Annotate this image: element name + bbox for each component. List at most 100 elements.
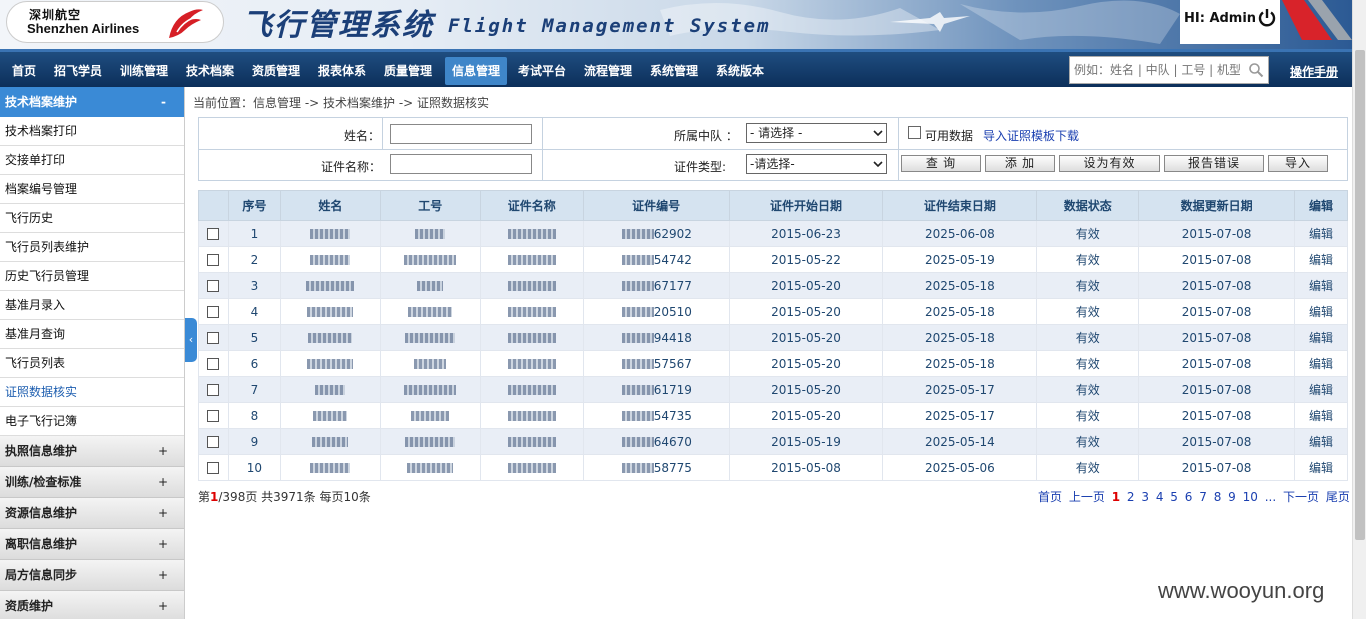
sidebar-group[interactable]: 资源信息维护 + [0,498,184,529]
squadron-select[interactable]: - 请选择 - [746,123,887,143]
nav-item[interactable]: 考试平台 [513,57,571,85]
row-checkbox[interactable] [207,358,220,370]
page-link[interactable]: 3 [1141,490,1149,504]
column-header[interactable]: 数据状态 [1036,190,1140,221]
column-header[interactable]: 数据更新日期 [1138,190,1295,221]
nav-item[interactable]: 报表体系 [313,57,371,85]
row-checkbox[interactable] [207,436,220,448]
nav-item[interactable]: 系统版本 [711,57,769,85]
edit-link[interactable]: 编辑 [1293,220,1349,247]
page-link[interactable]: 6 [1185,490,1193,504]
cert-name-input[interactable] [390,154,532,174]
column-header[interactable]: 工号 [379,190,481,221]
nav-item-active[interactable]: 信息管理 [445,57,507,85]
page-link[interactable]: 7 [1199,490,1207,504]
page-link[interactable]: 9 [1228,490,1236,504]
sidebar-item[interactable]: 交接单打印 [0,146,184,175]
sidebar-group[interactable]: 资质维护 + [0,591,184,619]
edit-link[interactable]: 编辑 [1293,454,1349,481]
sidebar-item[interactable]: 电子飞行记簿 [0,407,184,436]
row-checkbox[interactable] [207,410,220,422]
row-checkbox[interactable] [207,462,220,474]
row-checkbox[interactable] [207,332,220,344]
table-row[interactable]: 10 58775 2015-05-08 2025-05-06 有效 2015-07-08 编… [198,454,1349,481]
sidebar-item[interactable]: 档案编号管理 [0,175,184,204]
name-input[interactable] [390,124,532,144]
search-icon[interactable] [1248,62,1264,78]
next-page-link[interactable]: 下一页 [1283,490,1319,504]
sidebar-item-active[interactable]: 证照数据核实 [0,378,184,407]
page-link[interactable]: 4 [1156,490,1164,504]
first-page-link[interactable]: 首页 [1038,490,1062,504]
column-header[interactable]: 姓名 [279,190,381,221]
column-header[interactable]: 证件编号 [582,190,730,221]
sidebar-item[interactable]: 历史飞行员管理 [0,262,184,291]
table-row[interactable]: 6 57567 2015-05-20 2025-05-18 有效 2015-07-08 编辑 [198,350,1349,377]
page-link[interactable]: 2 [1127,490,1135,504]
sidebar-item[interactable]: 飞行历史 [0,204,184,233]
nav-item[interactable]: 招飞学员 [49,57,107,85]
table-row[interactable]: 3 67177 2015-05-20 2025-05-18 有效 2015-07-08 编辑 [198,272,1349,299]
edit-link[interactable]: 编辑 [1293,246,1349,273]
table-row[interactable]: 4 20510 2015-05-20 2025-05-18 有效 2015-07-08 编辑 [198,298,1349,325]
nav-item[interactable]: 首页 [5,57,43,85]
vertical-scrollbar[interactable] [1352,0,1366,619]
table-row[interactable]: 1 62902 2015-06-23 2025-06-08 有效 2015-07-08 编辑 [198,220,1349,247]
row-checkbox[interactable] [207,384,220,396]
sidebar-group[interactable]: 局方信息同步 + [0,560,184,591]
add-button[interactable]: 添 加 [985,155,1055,172]
edit-link[interactable]: 编辑 [1293,428,1349,455]
table-row[interactable]: 5 94418 2015-05-20 2025-05-18 有效 2015-07-08 编辑 [198,324,1349,351]
sidebar-group[interactable]: 执照信息维护 + [0,436,184,467]
sidebar-group[interactable]: 离职信息维护 + [0,529,184,560]
sidebar-section-header[interactable]: 技术档案维护 - [0,87,184,117]
power-icon[interactable] [1257,8,1277,28]
scrollbar-thumb[interactable] [1355,50,1365,540]
last-page-link[interactable]: 尾页 [1326,490,1350,504]
nav-item[interactable]: 训练管理 [115,57,173,85]
table-row[interactable]: 7 61719 2015-05-20 2025-05-17 有效 2015-07-08 编辑 [198,376,1349,403]
manual-link[interactable]: 操作手册 [1290,63,1338,80]
row-checkbox[interactable] [207,306,220,318]
usable-data-checkbox[interactable] [908,126,921,139]
sidebar-group[interactable]: 训练/检查标准 + [0,467,184,498]
nav-item[interactable]: 技术档案 [181,57,239,85]
import-button[interactable]: 导入 [1268,155,1328,172]
sidebar-item[interactable]: 技术档案打印 [0,117,184,146]
nav-item[interactable]: 资质管理 [247,57,305,85]
edit-link[interactable]: 编辑 [1293,324,1349,351]
page-link[interactable]: 10 [1243,490,1258,504]
column-header[interactable]: 序号 [227,190,281,221]
column-header[interactable]: 证件名称 [479,190,584,221]
edit-link[interactable]: 编辑 [1293,272,1349,299]
nav-item[interactable]: 系统管理 [645,57,703,85]
nav-item[interactable]: 质量管理 [379,57,437,85]
column-header[interactable]: 证件开始日期 [728,190,884,221]
edit-link[interactable]: 编辑 [1293,402,1349,429]
table-row[interactable]: 8 54735 2015-05-20 2025-05-17 有效 2015-07-08 编辑 [198,402,1349,429]
sidebar-item[interactable]: 基准月查询 [0,320,184,349]
search-input[interactable] [1070,57,1240,83]
import-template-link[interactable]: 导入证照模板下载 [983,127,1079,144]
edit-link[interactable]: 编辑 [1293,376,1349,403]
report-error-button[interactable]: 报告错误 [1164,155,1264,172]
edit-link[interactable]: 编辑 [1293,298,1349,325]
table-row[interactable]: 2 54742 2015-05-22 2025-05-19 有效 2015-07-08 编辑 [198,246,1349,273]
column-header[interactable]: 编辑 [1293,190,1349,221]
row-checkbox[interactable] [207,228,220,240]
nav-item[interactable]: 流程管理 [579,57,637,85]
page-link[interactable]: 8 [1214,490,1222,504]
row-checkbox[interactable] [207,254,220,266]
set-valid-button[interactable]: 设为有效 [1059,155,1160,172]
query-button[interactable]: 查 询 [901,155,981,172]
edit-link[interactable]: 编辑 [1293,350,1349,377]
sidebar-item[interactable]: 飞行员列表 [0,349,184,378]
column-header[interactable]: 证件结束日期 [882,190,1038,221]
page-link-current[interactable]: 1 [1112,490,1120,504]
sidebar-item[interactable]: 基准月录入 [0,291,184,320]
prev-page-link[interactable]: 上一页 [1069,490,1105,504]
sidebar-item[interactable]: 飞行员列表维护 [0,233,184,262]
sidebar-collapse-handle[interactable]: ‹ [185,318,197,362]
table-row[interactable]: 9 64670 2015-05-19 2025-05-14 有效 2015-07-08 编辑 [198,428,1349,455]
cert-type-select[interactable]: -请选择- [746,154,887,174]
